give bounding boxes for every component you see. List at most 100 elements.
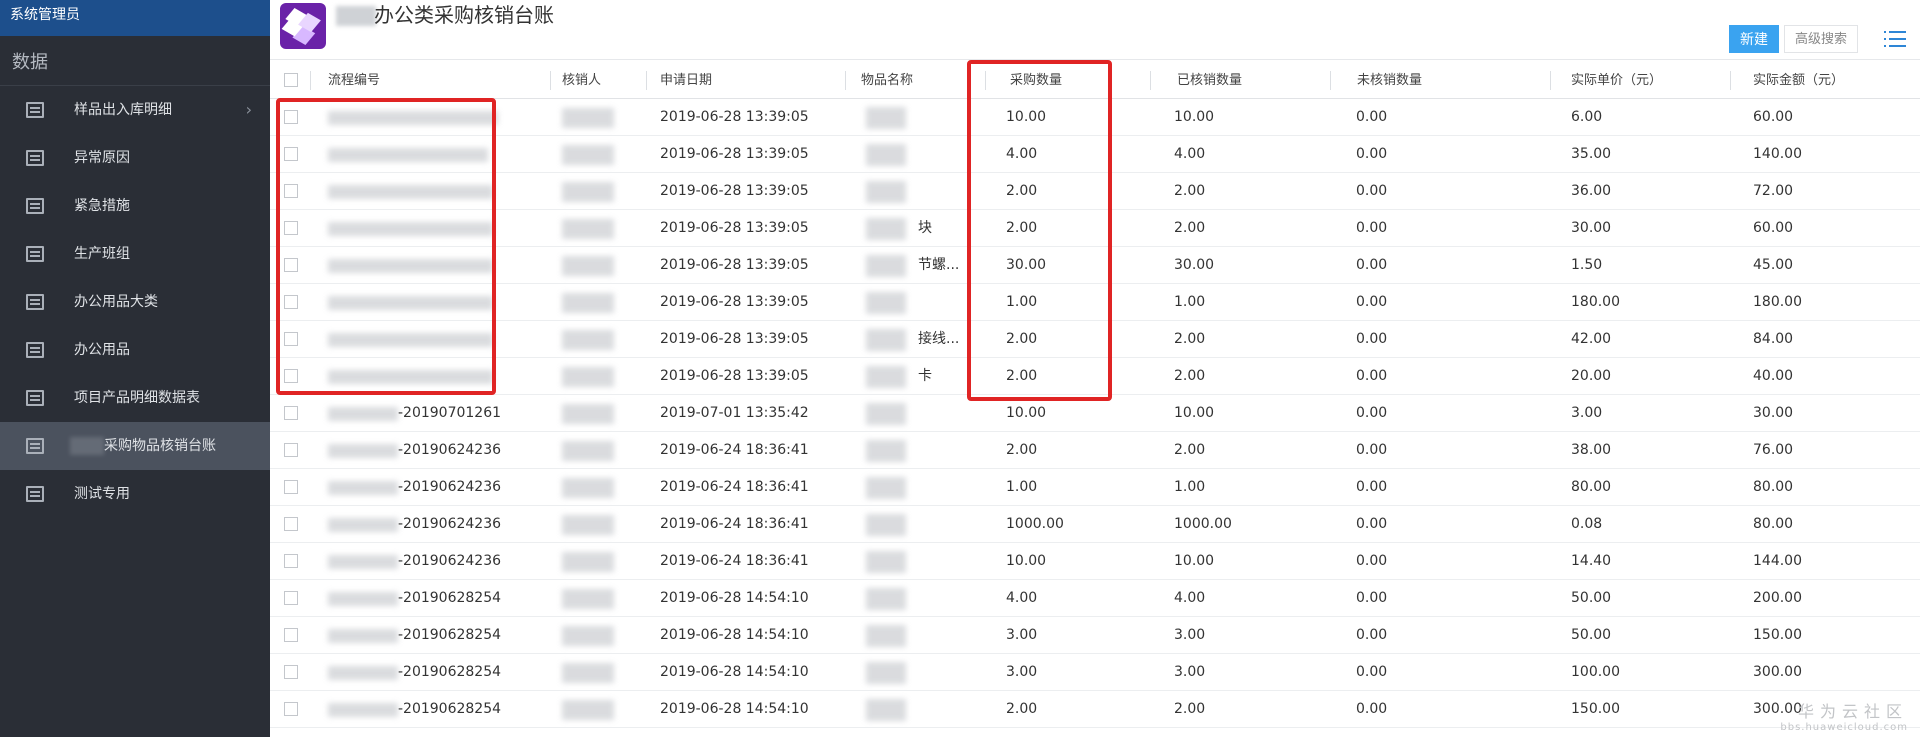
column-header-flow-number[interactable]: 流程编号 — [328, 62, 548, 99]
column-header-verified-qty[interactable]: 已核销数量 — [1177, 62, 1297, 99]
table-row[interactable]: -20190628254 2019-06-28 14:54:10 4.00 4.00 0… — [270, 580, 1920, 617]
redacted-verifier — [562, 663, 614, 683]
cell-apply-date: 2019-06-28 13:39:05 — [660, 257, 809, 273]
column-header-unverified-qty[interactable]: 未核销数量 — [1357, 62, 1477, 99]
cell-unit-price: 80.00 — [1571, 479, 1612, 495]
cell-amount: 60.00 — [1753, 109, 1794, 125]
row-checkbox[interactable] — [284, 628, 298, 642]
column-header-amount[interactable]: 实际金额（元） — [1753, 62, 1873, 99]
form-icon — [26, 390, 44, 406]
column-header-verifier[interactable]: 核销人 — [562, 62, 632, 99]
table-row[interactable]: -20190624236 2019-06-24 18:36:41 10.00 10.0… — [270, 543, 1920, 580]
redacted-flow-prefix — [328, 481, 398, 495]
cell-amount: 200.00 — [1753, 590, 1802, 606]
column-header-item-name[interactable]: 物品名称 — [861, 62, 971, 99]
sidebar-item-office-supplies[interactable]: 办公用品 — [0, 326, 270, 374]
row-checkbox[interactable] — [284, 406, 298, 420]
column-header-unit-price[interactable]: 实际单价（元） — [1571, 62, 1691, 99]
page-title: 办公类采购核销台账 — [374, 3, 554, 27]
sidebar-item-production-team[interactable]: 生产班组 — [0, 230, 270, 278]
highlight-flow-number-box — [276, 98, 496, 395]
cell-verified-qty: 2.00 — [1174, 368, 1206, 384]
sidebar-item-sample-inout[interactable]: 样品出入库明细 › — [0, 86, 270, 134]
form-icon — [26, 246, 44, 262]
table-row[interactable]: -20190624236 2019-06-24 18:36:41 2.00 2.00 0… — [270, 432, 1920, 469]
cell-amount: 144.00 — [1753, 553, 1802, 569]
redacted-text — [336, 6, 376, 26]
cell-unverified-qty: 0.00 — [1356, 553, 1388, 569]
advanced-search-button[interactable]: 高级搜索 — [1784, 25, 1858, 53]
cell-amount: 140.00 — [1753, 146, 1802, 162]
cell-unverified-qty: 0.00 — [1356, 109, 1388, 125]
redacted-item-name — [866, 662, 906, 684]
cell-unit-price: 180.00 — [1571, 294, 1620, 310]
table-row[interactable]: -20190628254 2019-06-28 14:54:10 2.00 2.00 0… — [270, 691, 1920, 728]
cell-unverified-qty: 0.00 — [1356, 368, 1388, 384]
row-checkbox[interactable] — [284, 517, 298, 531]
new-button[interactable]: 新建 — [1729, 25, 1779, 53]
cell-unverified-qty: 0.00 — [1356, 294, 1388, 310]
table-row[interactable]: -20190624236 2019-06-24 18:36:41 1000.00 10… — [270, 506, 1920, 543]
sidebar-item-emergency-measures[interactable]: 紧急措施 — [0, 182, 270, 230]
cell-unit-price: 0.08 — [1571, 516, 1603, 532]
redacted-verifier — [562, 256, 614, 276]
sidebar-item-project-product-detail[interactable]: 项目产品明细数据表 — [0, 374, 270, 422]
row-checkbox[interactable] — [284, 702, 298, 716]
main-content: 办公类采购核销台账 新建 高级搜索 流程编号 核销人 申请日期 物品名称 采购数… — [270, 0, 1920, 737]
sidebar-item-test[interactable]: 测试专用 — [0, 470, 270, 518]
sidebar-item-exception-reason[interactable]: 异常原因 — [0, 134, 270, 182]
column-header-apply-date[interactable]: 申请日期 — [660, 62, 830, 99]
cell-unit-price: 14.40 — [1571, 553, 1612, 569]
sidebar: 系统管理员 数据 样品出入库明细 › 异常原因 紧急措施 生产班组 办公用品大类… — [0, 0, 270, 737]
redacted-verifier — [562, 367, 614, 387]
redacted-flow-prefix — [328, 444, 398, 458]
cell-apply-date: 2019-06-28 14:54:10 — [660, 590, 809, 606]
row-checkbox[interactable] — [284, 591, 298, 605]
cell-purchase-qty: 1.00 — [1006, 479, 1038, 495]
redacted-item-name — [866, 218, 906, 240]
row-checkbox[interactable] — [284, 480, 298, 494]
row-checkbox[interactable] — [284, 554, 298, 568]
redacted-item-name — [866, 255, 906, 277]
sidebar-item-purchase-verification-ledger[interactable]: 采购物品核销台账 — [0, 422, 270, 470]
cell-apply-date: 2019-06-24 18:36:41 — [660, 442, 809, 458]
redacted-flow-prefix — [328, 592, 398, 606]
sidebar-item-office-supply-category[interactable]: 办公用品大类 — [0, 278, 270, 326]
redacted-flow-prefix — [328, 666, 398, 680]
sidebar-item-label: 办公用品大类 — [74, 294, 158, 310]
list-view-icon[interactable] — [1884, 30, 1906, 48]
select-all-checkbox[interactable] — [284, 73, 298, 87]
row-checkbox[interactable] — [284, 443, 298, 457]
redacted-item-name — [866, 625, 906, 647]
redacted-flow-prefix — [328, 407, 398, 421]
cell-amount: 80.00 — [1753, 479, 1794, 495]
redacted-item-name — [866, 403, 906, 425]
redacted-item-name — [866, 144, 906, 166]
cell-apply-date: 2019-06-28 14:54:10 — [660, 701, 809, 717]
cell-unverified-qty: 0.00 — [1356, 590, 1388, 606]
current-user[interactable]: 系统管理员 — [0, 0, 270, 36]
cell-unverified-qty: 0.00 — [1356, 516, 1388, 532]
redacted-item-name — [866, 107, 906, 129]
row-checkbox[interactable] — [284, 665, 298, 679]
table-row[interactable]: -20190628254 2019-06-28 14:54:10 3.00 3.00 0… — [270, 617, 1920, 654]
cell-unverified-qty: 0.00 — [1356, 627, 1388, 643]
redacted-item-name — [866, 181, 906, 203]
redacted-verifier — [562, 478, 614, 498]
cell-apply-date: 2019-06-28 14:54:10 — [660, 627, 809, 643]
sidebar-item-label: 项目产品明细数据表 — [74, 390, 200, 406]
sidebar-item-label: 紧急措施 — [74, 198, 130, 214]
cell-verified-qty: 1.00 — [1174, 479, 1206, 495]
redacted-item-name — [866, 699, 906, 721]
table-row[interactable]: -20190624236 2019-06-24 18:36:41 1.00 1.00 0… — [270, 469, 1920, 506]
redacted-item-name — [866, 366, 906, 388]
cell-purchase-qty: 1000.00 — [1006, 516, 1064, 532]
cell-amount: 80.00 — [1753, 516, 1794, 532]
cell-purchase-qty: 10.00 — [1006, 553, 1047, 569]
table-row[interactable]: -20190628254 2019-06-28 14:54:10 3.00 3.00 0… — [270, 654, 1920, 691]
redacted-verifier — [562, 293, 614, 313]
redacted-verifier — [562, 108, 614, 128]
cell-apply-date: 2019-06-24 18:36:41 — [660, 479, 809, 495]
cell-unverified-qty: 0.00 — [1356, 220, 1388, 236]
watermark: 华为云社区 bbs.huaweicloud.com — [1780, 698, 1908, 733]
